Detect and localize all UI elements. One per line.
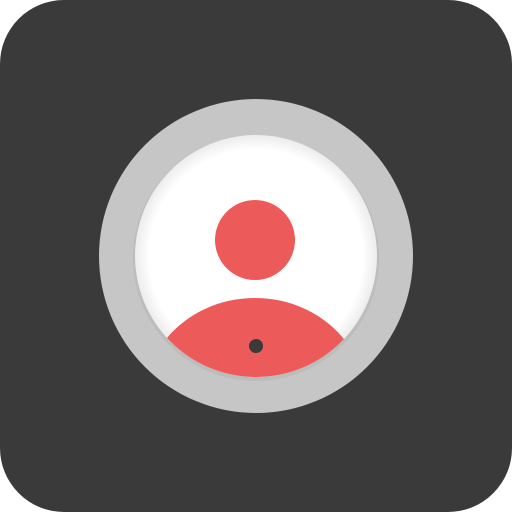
avatar-head-shape xyxy=(215,200,295,280)
user-avatar-icon xyxy=(99,99,413,413)
avatar-dot xyxy=(249,339,263,353)
app-icon-tile xyxy=(0,0,512,512)
